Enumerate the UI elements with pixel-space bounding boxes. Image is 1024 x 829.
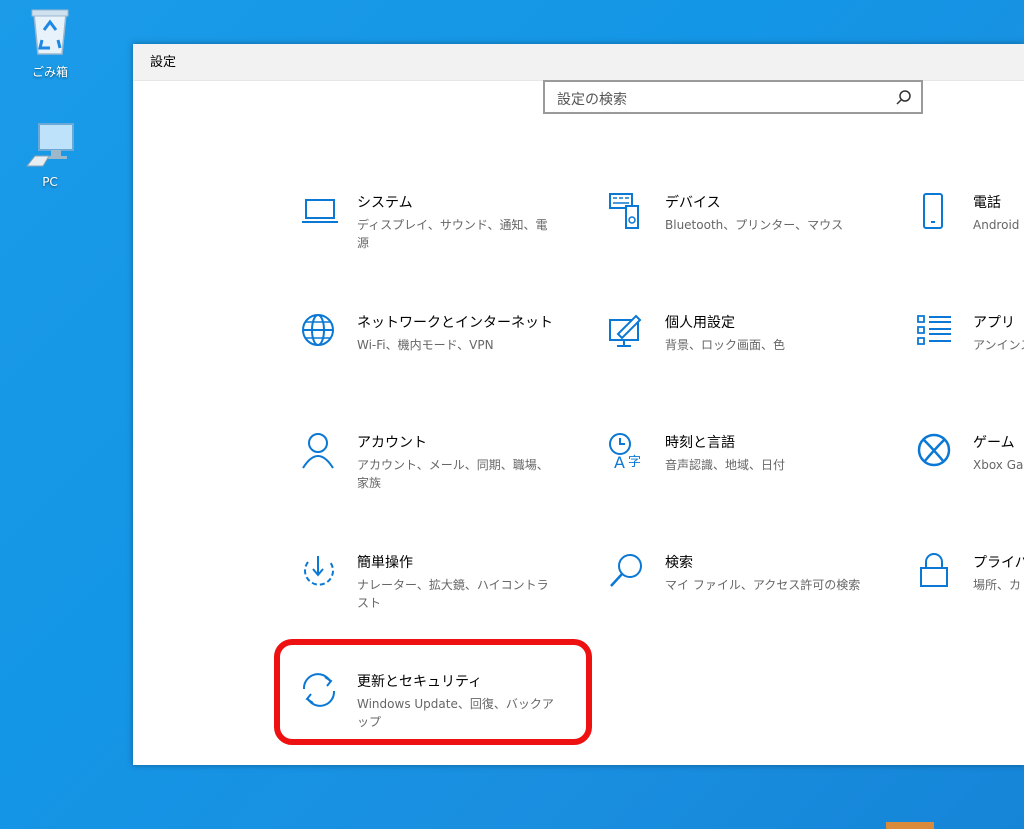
tile-name: 電話 xyxy=(973,195,1001,211)
highlight-box xyxy=(274,639,592,745)
tile-description: アカウント、メール、同期、職場、家族 xyxy=(357,458,549,490)
tile-name: ネットワークとインターネット xyxy=(357,315,553,331)
search-icon xyxy=(608,552,648,592)
tile-name: 時刻と言語 xyxy=(665,435,735,451)
person-icon xyxy=(300,432,340,472)
tile-description: マイ ファイル、アクセス許可の検索 xyxy=(665,578,861,592)
xbox-icon xyxy=(916,432,956,472)
computer-icon xyxy=(25,123,74,167)
tile-description: ナレーター、拡大鏡、ハイコントラスト xyxy=(357,578,549,610)
tile-network[interactable]: ネットワークとインターネット Wi-Fi、機内モード、VPN xyxy=(300,312,580,402)
apps-list-icon xyxy=(916,312,956,352)
tile-name: ゲーム xyxy=(973,435,1015,451)
devices-icon xyxy=(608,192,648,232)
time-language-icon: A字 xyxy=(608,432,648,472)
tile-apps[interactable]: アプリ アンインス の機能 xyxy=(916,312,1024,402)
tile-name: 検索 xyxy=(665,555,693,571)
tile-description: アンインス の機能 xyxy=(973,338,1024,352)
lock-icon xyxy=(916,552,956,592)
settings-search-box[interactable]: 設定の検索 xyxy=(543,80,923,114)
tile-name: システム xyxy=(357,195,413,211)
tile-phone[interactable]: 電話 Android xyxy=(916,192,1024,282)
svg-text:A: A xyxy=(614,453,625,472)
tile-devices[interactable]: デバイス Bluetooth、プリンター、マウス xyxy=(608,192,888,282)
magnifier-icon xyxy=(896,90,911,105)
tile-system[interactable]: システム ディスプレイ、サウンド、通知、電源 xyxy=(300,192,580,282)
tile-name: 簡単操作 xyxy=(357,555,413,571)
tile-description: 音声認識、地域、日付 xyxy=(665,458,786,472)
pc-label: PC xyxy=(42,175,58,189)
recycle-bin-shortcut[interactable]: ごみ箱 xyxy=(18,6,82,80)
phone-icon xyxy=(916,192,956,232)
tile-name: アプリ xyxy=(973,315,1015,331)
tile-description: Wi-Fi、機内モード、VPN xyxy=(357,338,494,352)
tile-description: Android xyxy=(973,218,1020,232)
personalization-icon xyxy=(608,312,648,352)
ease-of-access-icon xyxy=(300,552,340,592)
window-title: 設定 xyxy=(133,44,1024,81)
globe-icon xyxy=(300,312,340,352)
tile-privacy[interactable]: プライバシ 場所、カ xyxy=(916,552,1024,642)
pc-shortcut[interactable]: PC xyxy=(18,122,82,189)
tile-gaming[interactable]: ゲーム Xbox Ga 信、ゲーム xyxy=(916,432,1024,522)
tile-description: Xbox Ga 信、ゲーム xyxy=(973,458,1024,472)
tile-name: デバイス xyxy=(665,195,721,211)
tile-name: プライバシ xyxy=(973,555,1024,571)
tile-name: 個人用設定 xyxy=(665,315,735,331)
svg-text:字: 字 xyxy=(628,455,641,470)
settings-window: 設定 設定の検索 システム ディスプレイ、サウンド、通知、電源 デバイス Blu… xyxy=(133,44,1024,765)
tile-personalization[interactable]: 個人用設定 背景、ロック画面、色 xyxy=(608,312,888,402)
recycle-bin-label: ごみ箱 xyxy=(31,65,68,79)
tile-name: アカウント xyxy=(357,435,427,451)
recycle-bin-icon xyxy=(31,9,69,55)
tile-time-language[interactable]: A字 時刻と言語 音声認識、地域、日付 xyxy=(608,432,888,522)
laptop-icon xyxy=(300,192,340,232)
tile-description: 場所、カ xyxy=(973,578,1022,592)
tile-search[interactable]: 検索 マイ ファイル、アクセス許可の検索 xyxy=(608,552,888,642)
tile-description: Bluetooth、プリンター、マウス xyxy=(665,218,844,232)
tile-description: 背景、ロック画面、色 xyxy=(665,338,786,352)
taskbar-edge xyxy=(886,822,934,829)
tile-description: ディスプレイ、サウンド、通知、電源 xyxy=(357,218,548,250)
search-placeholder: 設定の検索 xyxy=(557,92,627,108)
tile-ease-of-access[interactable]: 簡単操作 ナレーター、拡大鏡、ハイコントラスト xyxy=(300,552,580,642)
tile-accounts[interactable]: アカウント アカウント、メール、同期、職場、家族 xyxy=(300,432,580,522)
